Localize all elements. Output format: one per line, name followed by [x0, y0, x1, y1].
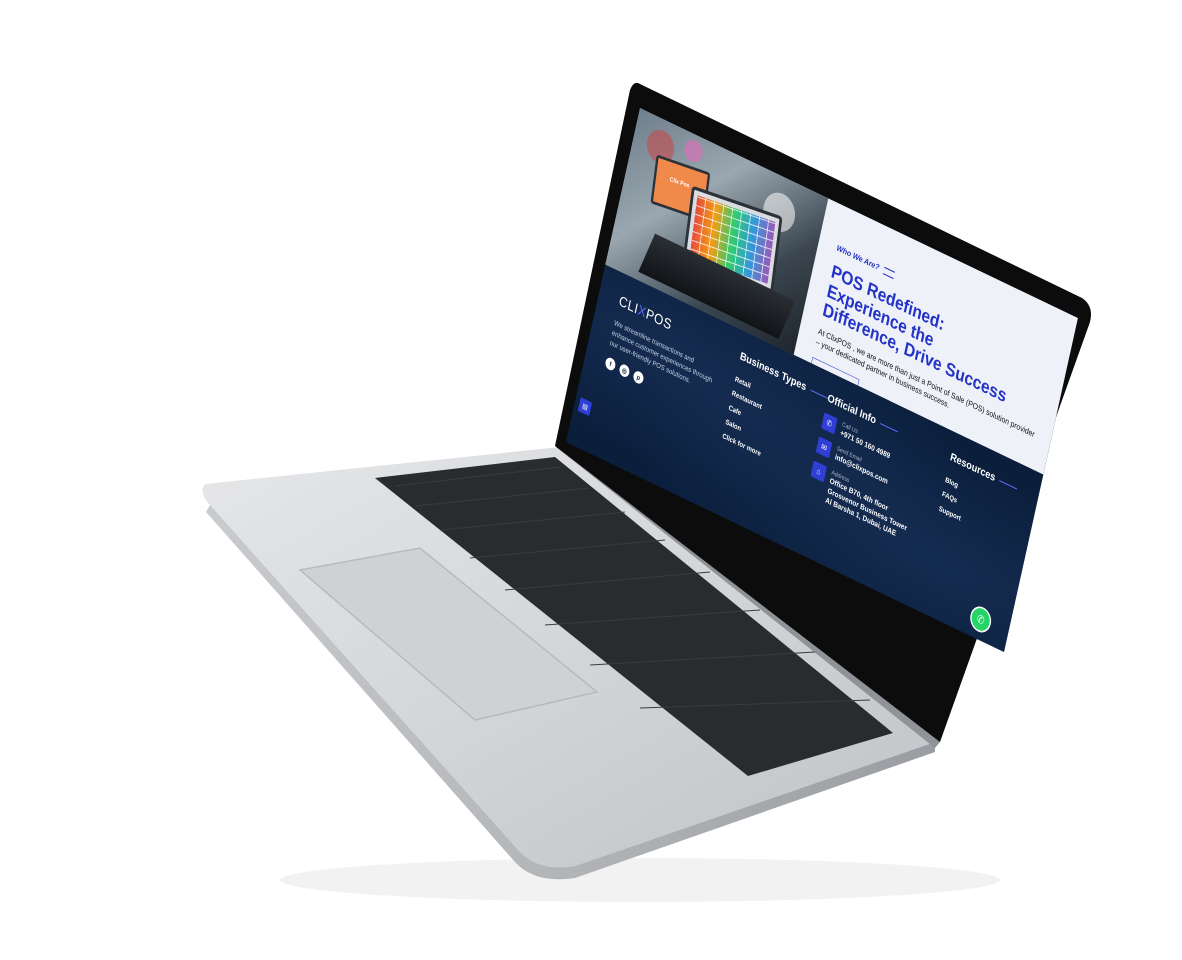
logo-part: POS — [644, 305, 674, 334]
official-info-column: Official Info ✆ Call Us +971 50 160 4989… — [806, 392, 930, 544]
location-icon: ⌂ — [810, 460, 827, 483]
resources-column: Resources Blog FAQs Support — [937, 451, 1018, 547]
mail-icon: ✉ — [815, 436, 833, 459]
bokeh-light — [682, 136, 705, 166]
menu-lines-icon — [882, 266, 895, 279]
whatsapp-icon[interactable]: ✆ — [967, 602, 994, 637]
laptop-shadow — [280, 858, 1000, 902]
instagram-icon[interactable]: ◎ — [618, 362, 631, 379]
facebook-icon[interactable]: f — [604, 355, 617, 372]
chat-icon[interactable]: ▤ — [577, 397, 593, 417]
title-underline — [880, 422, 898, 433]
tablet-screen-label: Clix Pos — [669, 176, 690, 190]
phone-icon: ✆ — [821, 412, 838, 435]
title-underline — [999, 479, 1018, 490]
title-underline — [810, 389, 829, 399]
pinterest-icon[interactable]: p — [632, 369, 645, 386]
mockup-stage: Clix Pos Who We Are? POS Redefined: Expe… — [0, 0, 1182, 960]
